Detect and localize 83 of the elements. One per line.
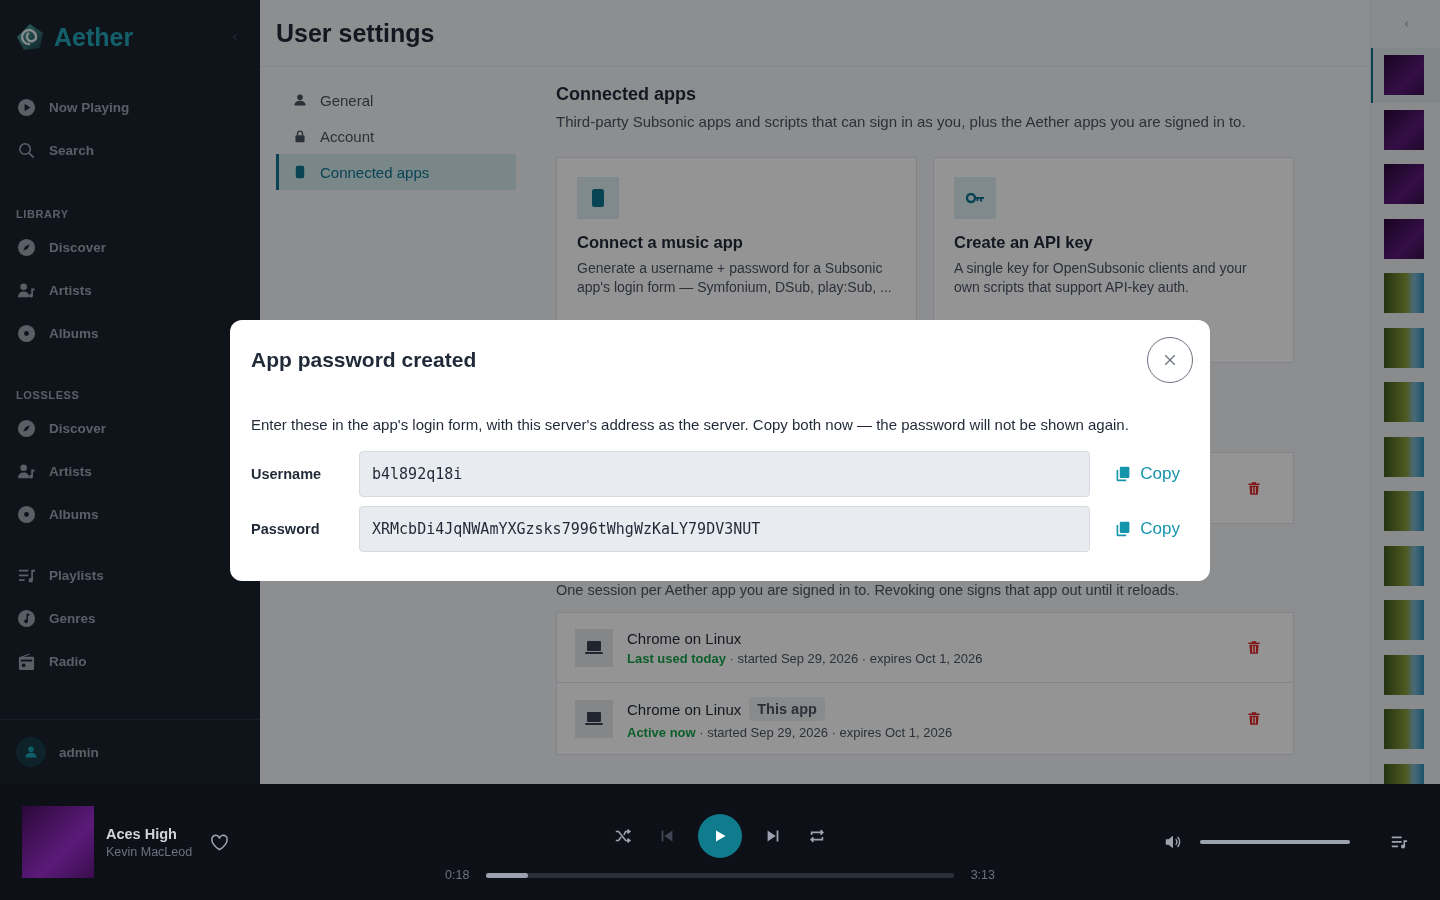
shuffle-icon[interactable] bbox=[614, 827, 632, 845]
card-title: Connect a music app bbox=[577, 232, 744, 253]
album-cover-placeholder bbox=[1384, 654, 1424, 695]
album-cover-placeholder bbox=[1384, 55, 1424, 96]
disc-icon bbox=[17, 505, 36, 524]
play-button[interactable] bbox=[698, 814, 742, 858]
session-name: Chrome on Linux bbox=[627, 700, 742, 718]
person-icon bbox=[293, 92, 307, 108]
album-cover-placeholder bbox=[1384, 600, 1424, 641]
sessions-description: One session per Aether app you are signed in to. Revoking one signs that app out until it reloads. bbox=[556, 581, 1181, 599]
session-name: Chrome on Linux bbox=[627, 629, 742, 647]
field-label: Username bbox=[251, 466, 323, 482]
person-music-icon bbox=[17, 281, 36, 300]
nav-item[interactable]: Now Playing bbox=[0, 86, 260, 129]
nav-section-heading: LIBRARY bbox=[15, 207, 70, 222]
section-description: Third-party Subsonic apps and scripts that can sign in as you, plus the Aether apps you are signed in to. bbox=[556, 112, 1247, 132]
compass-icon bbox=[17, 238, 36, 257]
copy-button[interactable]: Copy bbox=[1115, 515, 1180, 543]
dialog-description: Enter these in the app's login form, with this server's address as the server. Copy both now — the password will not be shown again. bbox=[251, 415, 1130, 435]
page-title: User settings bbox=[276, 18, 435, 48]
play-icon bbox=[17, 98, 36, 117]
album-cover-placeholder bbox=[1384, 709, 1424, 750]
album-cover-placeholder bbox=[1384, 436, 1424, 477]
person-music-icon bbox=[17, 462, 36, 481]
nav-item[interactable]: Discover bbox=[0, 226, 260, 269]
album-cover-placeholder bbox=[1384, 164, 1424, 205]
progress-track[interactable] bbox=[486, 872, 954, 878]
settings-tab[interactable]: Connected apps bbox=[276, 154, 516, 190]
copy-button[interactable]: Copy bbox=[1115, 460, 1180, 488]
album-cover-placeholder bbox=[1384, 218, 1424, 259]
album-cover-placeholder bbox=[1384, 382, 1424, 423]
this-app-badge: This app bbox=[749, 697, 825, 721]
swirl-logo-icon bbox=[16, 23, 44, 51]
track-duration: 3:13 bbox=[970, 868, 995, 882]
queue-item[interactable] bbox=[1371, 48, 1440, 103]
close-icon bbox=[1162, 352, 1178, 368]
card-title: Create an API key bbox=[954, 232, 1094, 253]
dialog-title: App password created bbox=[251, 348, 477, 372]
card-description: A single key for OpenSubsonic clients and your own scripts that support API-key auth. bbox=[954, 259, 1248, 297]
trash-icon[interactable] bbox=[1247, 711, 1261, 726]
card-description: Generate a username + password for a Subsonic app's login form — Symfonium, DSub, play:Sub, ... bbox=[577, 259, 893, 297]
album-cover-placeholder bbox=[1384, 545, 1424, 586]
album-art-placeholder bbox=[22, 806, 94, 878]
credential-field[interactable]: b4l892q18i bbox=[359, 451, 1091, 497]
copy-icon bbox=[1115, 521, 1132, 537]
disc-icon bbox=[17, 324, 36, 343]
volume-slider[interactable] bbox=[1200, 840, 1350, 844]
repeat-icon[interactable] bbox=[808, 827, 826, 845]
copy-icon bbox=[1115, 466, 1132, 482]
music-note-icon bbox=[17, 609, 36, 628]
person-icon bbox=[24, 745, 38, 759]
close-button[interactable] bbox=[1147, 337, 1193, 383]
elapsed-time: 0:18 bbox=[445, 868, 470, 882]
nav-item[interactable]: Search bbox=[0, 129, 260, 172]
track-title: Aces High bbox=[106, 825, 178, 842]
trash-icon[interactable] bbox=[1247, 480, 1261, 496]
phone-icon bbox=[293, 164, 307, 180]
nav-item[interactable]: Artists bbox=[0, 269, 260, 312]
app-brand-name: Aether bbox=[54, 22, 135, 52]
nav-item[interactable]: Playlists bbox=[0, 554, 260, 597]
trash-icon[interactable] bbox=[1247, 640, 1261, 655]
album-cover-placeholder bbox=[1384, 327, 1424, 368]
album-cover-placeholder bbox=[1384, 109, 1424, 150]
credential-field[interactable]: XRMcbDi4JqNWAmYXGzsks7996tWhgWzKaLY79DV3NUT bbox=[359, 506, 1091, 552]
compass-icon bbox=[17, 419, 36, 438]
session-details: Active now · started Sep 29, 2026 · expires Oct 1, 2026 bbox=[627, 725, 954, 740]
nav-item[interactable]: Radio bbox=[0, 640, 260, 683]
heart-icon[interactable] bbox=[210, 832, 229, 852]
field-label: Password bbox=[251, 521, 321, 537]
album-cover-placeholder bbox=[1384, 273, 1424, 314]
user-name[interactable]: admin bbox=[59, 744, 99, 760]
track-artist: Kevin MacLeod bbox=[106, 844, 194, 859]
volume-icon[interactable] bbox=[1164, 833, 1182, 851]
nav-item[interactable]: Genres bbox=[0, 597, 260, 640]
settings-tab[interactable]: General bbox=[276, 82, 516, 118]
nav-section-heading: LOSSLESS bbox=[15, 388, 81, 403]
session-details: Last used today · started Sep 29, 2026 · expires Oct 1, 2026 bbox=[627, 650, 984, 666]
settings-tab[interactable]: Account bbox=[276, 118, 516, 154]
section-heading: Connected apps bbox=[556, 83, 698, 106]
search-icon bbox=[17, 141, 36, 160]
lock-icon bbox=[293, 128, 307, 144]
album-cover-placeholder bbox=[1384, 491, 1424, 532]
radio-icon bbox=[17, 652, 36, 671]
